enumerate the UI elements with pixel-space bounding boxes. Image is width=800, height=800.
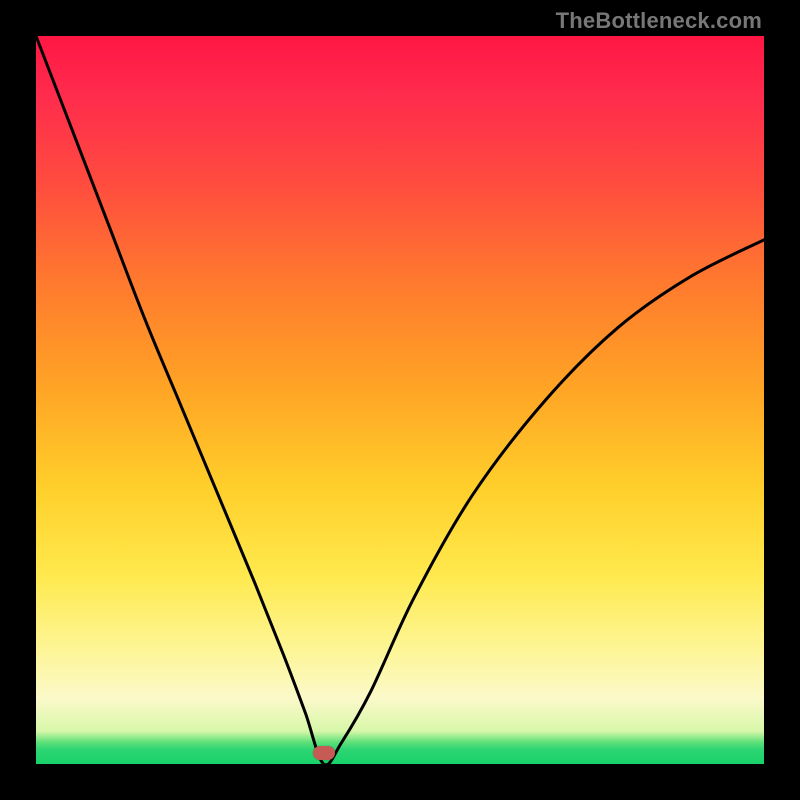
chart-frame: TheBottleneck.com bbox=[0, 0, 800, 800]
optimal-point-marker bbox=[313, 746, 335, 760]
watermark-text: TheBottleneck.com bbox=[556, 8, 762, 34]
plot-area bbox=[36, 36, 764, 764]
bottleneck-curve bbox=[36, 36, 764, 764]
